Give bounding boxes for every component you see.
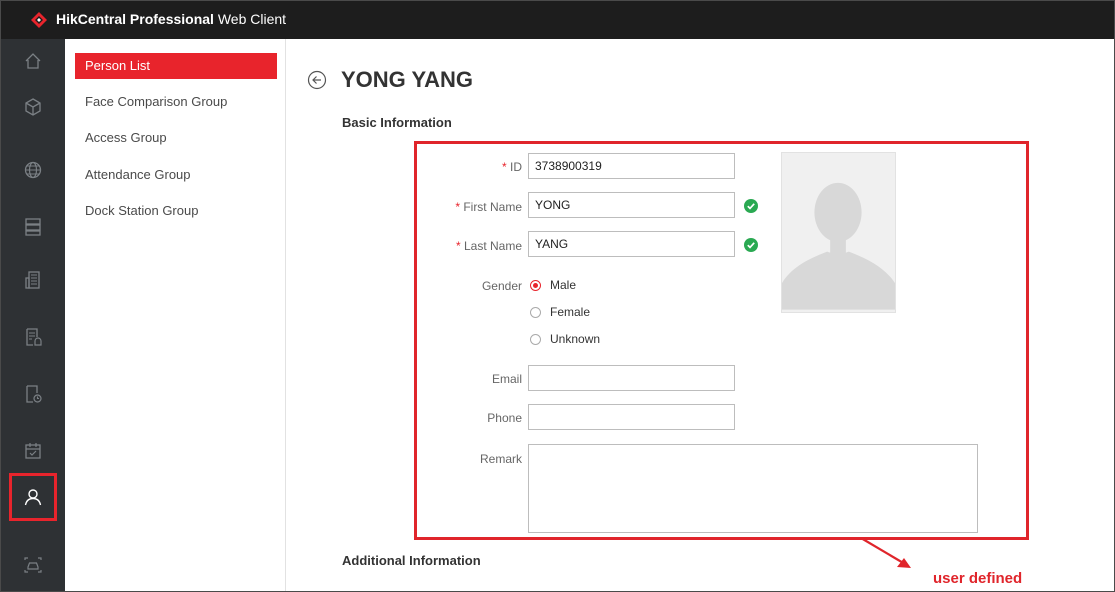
annotation-arrow-icon — [860, 537, 911, 568]
nav-vehicle[interactable] — [15, 547, 51, 583]
id-label-text: ID — [506, 160, 522, 174]
avatar-silhouette-icon — [782, 182, 895, 310]
person-icon — [24, 489, 42, 506]
nav-globe[interactable] — [15, 152, 51, 188]
gender-option-label: Female — [550, 305, 591, 319]
nav-calendar[interactable] — [15, 433, 51, 469]
document-clock-icon — [26, 385, 42, 403]
app-title-bold: HikCentral Professional — [56, 11, 214, 27]
email-label: Email — [491, 372, 522, 386]
valid-check-icon — [744, 199, 758, 213]
module-icon-bar — [1, 39, 65, 591]
last-name-label-text: Last Name — [460, 239, 522, 253]
app-window: HikCentral Professional Web Client Perso… — [0, 0, 1115, 592]
phone-label: Phone — [487, 411, 522, 425]
hikcentral-logo-icon — [31, 12, 47, 28]
email-field[interactable] — [528, 365, 735, 391]
cube-icon — [25, 98, 41, 116]
sidebar: Person List Face Comparison Group Access… — [65, 39, 286, 591]
page-title: YONG YANG — [341, 67, 474, 92]
nav-document-alarm[interactable] — [15, 319, 51, 355]
main-content: YONG YANG Basic Information * ID 3738900… — [287, 39, 1114, 591]
last-name-field[interactable]: YANG — [528, 231, 735, 257]
first-name-label: * First Name — [402, 200, 522, 214]
person-photo[interactable] — [781, 152, 896, 313]
radio-unselected[interactable] — [530, 333, 541, 345]
last-name-label: * Last Name — [402, 239, 522, 253]
app-title-rest: Web Client — [213, 11, 287, 27]
building-icon — [25, 271, 40, 289]
sidebar-item-access-group[interactable]: Access Group — [75, 125, 277, 151]
remark-label: Remark — [479, 452, 522, 466]
nav-home[interactable] — [15, 43, 51, 79]
gender-option-label: Unknown — [550, 332, 601, 346]
nav-cube[interactable] — [15, 89, 51, 125]
first-name-field[interactable]: YONG — [528, 192, 735, 218]
sidebar-item-dock-station-group[interactable]: Dock Station Group — [75, 198, 277, 224]
document-alarm-icon — [26, 328, 42, 346]
nav-building[interactable] — [15, 262, 51, 298]
calendar-check-icon — [25, 443, 41, 459]
sidebar-item-person-list[interactable]: Person List — [75, 53, 277, 79]
annotation-label: user defined — [933, 570, 1023, 587]
globe-icon — [24, 161, 42, 179]
gender-label: Gender — [481, 279, 522, 293]
top-bar: HikCentral Professional Web Client — [1, 1, 1114, 39]
app-title: HikCentral Professional Web Client — [56, 11, 286, 27]
nav-server[interactable] — [15, 209, 51, 245]
sidebar-item-face-comparison-group[interactable]: Face Comparison Group — [75, 89, 277, 115]
gender-option-label: Male — [550, 278, 577, 292]
back-arrow-icon[interactable] — [307, 70, 327, 90]
phone-field[interactable] — [528, 404, 735, 430]
gender-option-female[interactable]: Female — [530, 305, 590, 319]
radio-unselected[interactable] — [530, 306, 541, 318]
server-icon — [25, 218, 41, 236]
vehicle-icon — [24, 557, 42, 573]
gender-option-unknown[interactable]: Unknown — [530, 332, 600, 346]
valid-check-icon — [744, 238, 758, 252]
radio-selected[interactable] — [530, 279, 541, 291]
nav-person[interactable] — [9, 473, 57, 521]
remark-textarea[interactable] — [528, 444, 978, 533]
first-name-label-text: First Name — [459, 200, 522, 214]
nav-document-clock[interactable] — [15, 376, 51, 412]
home-icon — [25, 53, 41, 69]
sidebar-item-attendance-group[interactable]: Attendance Group — [75, 162, 277, 188]
id-field[interactable]: 3738900319 — [528, 153, 735, 179]
gender-option-male[interactable]: Male — [530, 278, 576, 292]
additional-information-heading: Additional Information — [342, 553, 481, 568]
id-label: * ID — [402, 160, 522, 174]
basic-information-heading: Basic Information — [342, 115, 452, 130]
